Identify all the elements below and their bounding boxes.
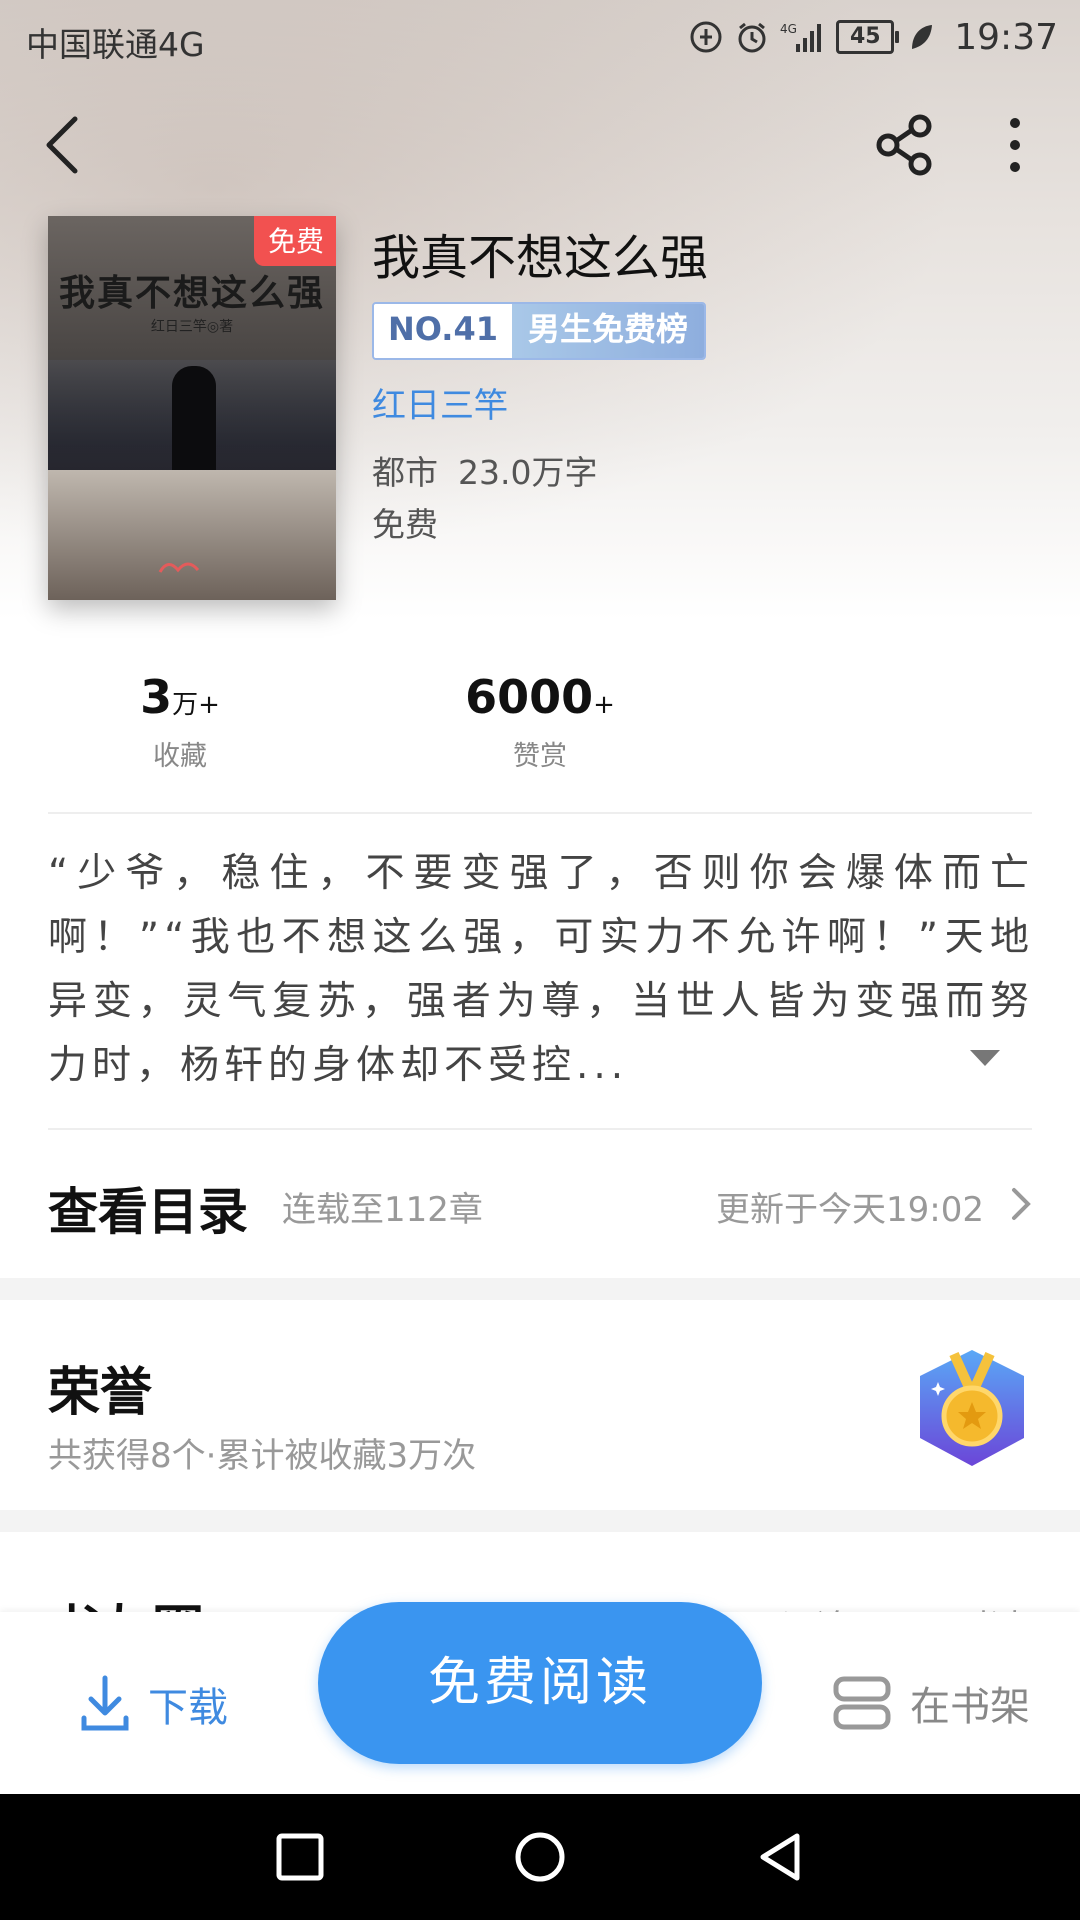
bottom-action-bar: 下载 免费阅读 在书架 xyxy=(0,1602,1080,1794)
free-tag: 免费 xyxy=(253,216,336,266)
bookshelf-label: 在书架 xyxy=(910,1684,1030,1730)
chevron-right-icon xyxy=(1012,1188,1031,1220)
book-word-count: 23.0万字 xyxy=(458,453,598,492)
rank-badge[interactable]: NO.41 男生免费榜 xyxy=(372,302,706,360)
data-saver-icon xyxy=(688,19,724,55)
rank-list-name: 男生免费榜 xyxy=(511,304,704,358)
book-meta: 都市 23.0万字 xyxy=(372,446,617,494)
expand-arrow-icon[interactable] xyxy=(970,1050,1000,1066)
catalog-row[interactable]: 查看目录 连载至112章 更新于今天19:02 xyxy=(0,1130,1080,1276)
rewards-value: 6000 xyxy=(465,670,594,724)
cover-figure-art xyxy=(172,366,216,486)
favorites-unit: 万+ xyxy=(172,690,220,720)
favorites-label: 收藏 xyxy=(153,741,207,772)
cover-author: 红日三竿◎著 xyxy=(150,319,234,335)
rewards-label: 赞赏 xyxy=(513,741,567,772)
favorites-stat: 3万+ 收藏 xyxy=(60,670,300,773)
catalog-chapter-count: 连载至112章 xyxy=(282,1190,483,1230)
medal-icon[interactable] xyxy=(914,1346,1030,1470)
back-icon xyxy=(46,116,78,174)
book-title: 我真不想这么强 xyxy=(372,230,709,286)
download-label: 下载 xyxy=(148,1685,228,1731)
more-button[interactable] xyxy=(980,110,1050,180)
alarm-icon xyxy=(734,19,770,55)
battery-indicator: 45 xyxy=(836,20,900,54)
author-link[interactable]: 红日三竿 xyxy=(372,378,508,427)
download-button[interactable]: 下载 xyxy=(80,1674,228,1734)
status-bar: 中国联通4G 4G 45 19:37 xyxy=(0,0,1080,76)
catalog-title: 查看目录 xyxy=(48,1182,248,1241)
catalog-updated-time: 更新于今天19:02 xyxy=(716,1190,984,1230)
book-price: 免费 xyxy=(372,505,438,544)
signal-icon: 4G xyxy=(780,19,826,55)
section-separator xyxy=(0,1278,1080,1300)
read-free-button[interactable]: 免费阅读 xyxy=(318,1602,762,1764)
rank-number: NO.41 xyxy=(374,304,512,358)
leaf-icon xyxy=(904,19,940,55)
divider xyxy=(48,812,1032,814)
cover-title: 我真不想这么强 xyxy=(58,272,325,314)
carrier-label: 中国联通4G xyxy=(26,25,205,64)
rewards-unit: + xyxy=(593,690,615,720)
cover-roof-art xyxy=(48,470,336,600)
system-nav-bar xyxy=(0,1794,1080,1920)
svg-text:4G: 4G xyxy=(780,22,797,36)
rewards-stat: 6000+ 赞赏 xyxy=(420,670,660,773)
bookshelf-icon xyxy=(833,1676,891,1730)
recent-apps-icon[interactable] xyxy=(273,1830,327,1884)
book-category: 都市 xyxy=(372,453,438,492)
favorites-value: 3 xyxy=(140,670,173,724)
download-icon xyxy=(81,1675,129,1731)
back-nav-icon[interactable] xyxy=(753,1830,807,1884)
honor-title: 荣誉 xyxy=(48,1362,153,1423)
more-icon xyxy=(1010,118,1020,172)
status-time: 19:37 xyxy=(954,16,1058,58)
home-icon[interactable] xyxy=(513,1830,567,1884)
book-cover[interactable]: 我真不想这么强 红日三竿◎著 免费 xyxy=(48,216,336,600)
section-separator xyxy=(0,1510,1080,1532)
bookshelf-button[interactable]: 在书架 xyxy=(832,1674,1030,1732)
back-button[interactable] xyxy=(28,110,98,180)
top-nav xyxy=(0,100,1080,190)
honor-subtitle: 共获得8个·累计被收藏3万次 xyxy=(48,1436,477,1476)
book-description[interactable]: “少爷，稳住，不要变强了，否则你会爆体而亡啊！”“我也不想这么强，可实力不允许啊… xyxy=(48,842,1034,1098)
publisher-logo xyxy=(158,556,228,580)
share-icon xyxy=(876,114,932,176)
share-button[interactable] xyxy=(870,110,940,180)
